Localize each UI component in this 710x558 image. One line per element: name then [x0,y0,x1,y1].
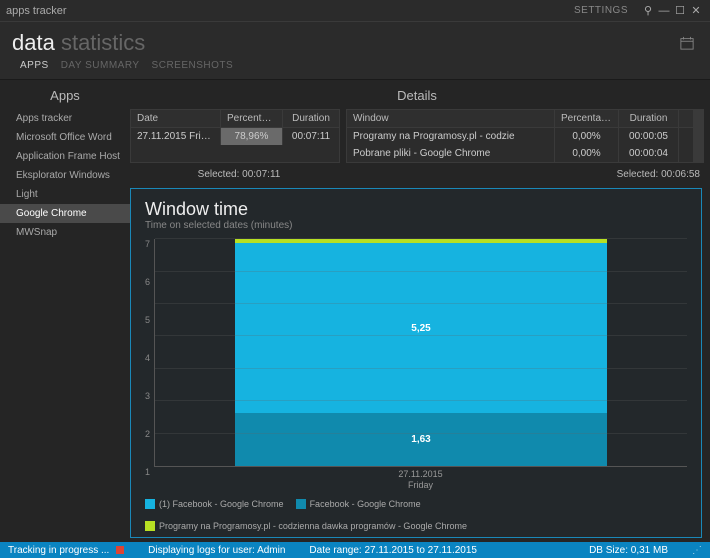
maximize-icon[interactable]: ☐ [672,4,688,17]
col-duration[interactable]: Duration [619,110,679,127]
nav-header: data statistics [0,22,710,56]
resize-grip-icon[interactable]: ⋰ [692,545,702,556]
nav-main-label: data [12,30,55,55]
legend: (1) Facebook - Google Chrome Facebook - G… [145,491,687,531]
status-db: DB Size: 0,31 MB [589,545,668,556]
table-row[interactable]: 27.11.2015 Friday78,96%00:07:11 [131,128,339,145]
status-bar: Tracking in progress ... Displaying logs… [0,542,710,558]
y-axis: 7654321 [145,239,154,491]
legend-item: Programy na Programosy.pl - codzienna da… [145,521,467,531]
legend-swatch [296,499,306,509]
pin-icon[interactable]: ⚲ [640,4,656,17]
bar-segment: 1,63 [235,413,607,466]
plot-area: 1,635,25 [154,239,687,467]
minimize-icon[interactable]: — [656,5,672,17]
sidebar-item[interactable]: Eksplorator Windows [0,166,130,185]
status-tracking: Tracking in progress ... [8,545,124,556]
tab-apps[interactable]: APPS [20,60,49,71]
right-selected: Selected: 00:06:58 [617,169,700,180]
stop-icon[interactable] [116,546,124,554]
sidebar-item[interactable]: Apps tracker [0,109,130,128]
chart-card: Window time Time on selected dates (minu… [130,188,702,538]
legend-swatch [145,521,155,531]
col-percentage[interactable]: Percentage [221,110,283,127]
col-percentage[interactable]: Percentage [555,110,619,127]
date-table: Date Percentage Duration 27.11.2015 Frid… [130,109,340,163]
bar-segment: 5,25 [235,243,607,414]
col-window[interactable]: Window [347,110,555,127]
chart-subtitle: Time on selected dates (minutes) [145,220,687,231]
tab-day-summary[interactable]: DAY SUMMARY [61,60,140,71]
title-bar: apps tracker SETTINGS ⚲ — ☐ ✕ [0,0,710,22]
window-table: Window Percentage Duration Programy na P… [346,109,704,163]
col-date[interactable]: Date [131,110,221,127]
sidebar: Apps Apps trackerMicrosoft Office WordAp… [0,80,130,542]
scrollbar[interactable] [693,110,703,162]
status-user: Displaying logs for user: Admin [148,545,285,556]
status-range: Date range: 27.11.2015 to 27.11.2015 [309,545,477,556]
legend-item: Facebook - Google Chrome [296,499,421,509]
close-icon[interactable]: ✕ [688,4,704,17]
nav-sub-label[interactable]: statistics [61,30,145,55]
tab-screenshots[interactable]: SCREENSHOTS [152,60,234,71]
calendar-icon[interactable] [680,36,694,53]
sidebar-item[interactable]: Microsoft Office Word [0,128,130,147]
page-title: data statistics [12,30,145,56]
sidebar-item[interactable]: Application Frame Host [0,147,130,166]
app-title: apps tracker [6,5,67,17]
legend-swatch [145,499,155,509]
x-axis-label: 27.11.2015 Friday [154,467,687,491]
table-row[interactable]: Programy na Programosy.pl - codzie0,00%0… [347,128,693,145]
tab-bar: APPS DAY SUMMARY SCREENSHOTS [0,56,710,80]
col-duration[interactable]: Duration [283,110,339,127]
table-row[interactable]: Pobrane pliki - Google Chrome0,00%00:00:… [347,145,693,162]
legend-item: (1) Facebook - Google Chrome [145,499,284,509]
sidebar-title: Apps [0,84,130,109]
settings-link[interactable]: SETTINGS [574,5,628,16]
chart-title: Window time [145,199,687,220]
sidebar-item[interactable]: Google Chrome [0,204,130,223]
bar-segment [235,239,607,243]
sidebar-item[interactable]: Light [0,185,130,204]
sidebar-item[interactable]: MWSnap [0,223,130,242]
details-title: Details [130,84,704,109]
col-extra [679,110,693,127]
left-selected: Selected: 00:07:11 [134,169,344,180]
